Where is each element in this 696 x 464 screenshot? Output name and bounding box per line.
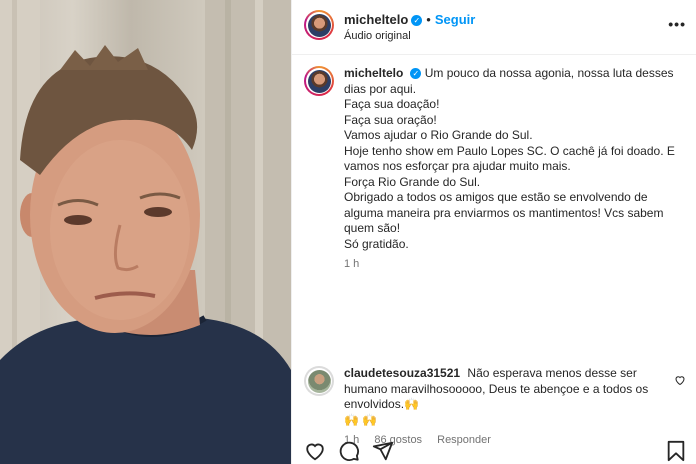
caption-line-7: Obrigado a todos os amigos que estão se … — [344, 190, 664, 235]
heart-icon[interactable] — [304, 440, 326, 462]
header-divider — [292, 54, 696, 55]
separator-dot: • — [426, 12, 431, 27]
verified-badge-icon: ✓ — [410, 68, 422, 79]
audio-label[interactable]: Áudio original — [344, 30, 411, 42]
caption-timestamp[interactable]: 1 h — [344, 258, 684, 270]
verified-badge-icon: ✓ — [411, 15, 423, 26]
bookmark-icon[interactable] — [666, 440, 686, 462]
instagram-post: micheltelo ✓ • Seguir Áudio original ••• mi… — [0, 0, 696, 464]
action-bar — [304, 440, 686, 464]
caption: micheltelo ✓ Um pouco da nossa agonia, no… — [304, 66, 684, 270]
caption-username[interactable]: micheltelo — [344, 66, 403, 80]
caption-line-2: Faça sua doação! — [344, 97, 440, 111]
small-heart-icon[interactable] — [674, 374, 686, 386]
caption-line-5: Hoje tenho show em Paulo Lopes SC. O cac… — [344, 143, 675, 174]
caption-line-6: Força Rio Grande do Sul. — [344, 174, 481, 189]
comment-icon[interactable] — [338, 440, 360, 462]
caption-line-4: Vamos ajudar o Rio Grande do Sul. — [344, 128, 533, 142]
header-user-line: micheltelo ✓ • Seguir — [344, 12, 475, 27]
caption-line-8: Só gratidão. — [344, 236, 409, 251]
post-header: micheltelo ✓ • Seguir Áudio original ••• — [304, 10, 686, 44]
commenter-avatar[interactable] — [304, 366, 334, 396]
post-side-panel: micheltelo ✓ • Seguir Áudio original ••• mi… — [291, 0, 696, 464]
caption-line-3: Faça sua oração! — [344, 112, 437, 127]
comment-text: claudetesouza31521 Não esperava menos de… — [344, 366, 666, 428]
comment-item: claudetesouza31521 Não esperava menos de… — [304, 366, 686, 446]
caption-avatar[interactable] — [304, 66, 334, 96]
author-avatar[interactable] — [304, 10, 334, 40]
caption-text: micheltelo ✓ Um pouco da nossa agonia, no… — [344, 66, 684, 252]
video-frame-illustration — [0, 0, 291, 464]
follow-button[interactable]: Seguir — [435, 12, 475, 27]
share-icon[interactable] — [372, 440, 394, 462]
more-options-icon[interactable]: ••• — [668, 16, 686, 32]
comment-emojis: 🙌 🙌 — [344, 412, 378, 427]
post-video[interactable] — [0, 0, 291, 464]
author-username[interactable]: micheltelo — [344, 12, 408, 27]
commenter-username[interactable]: claudetesouza31521 — [344, 366, 460, 380]
